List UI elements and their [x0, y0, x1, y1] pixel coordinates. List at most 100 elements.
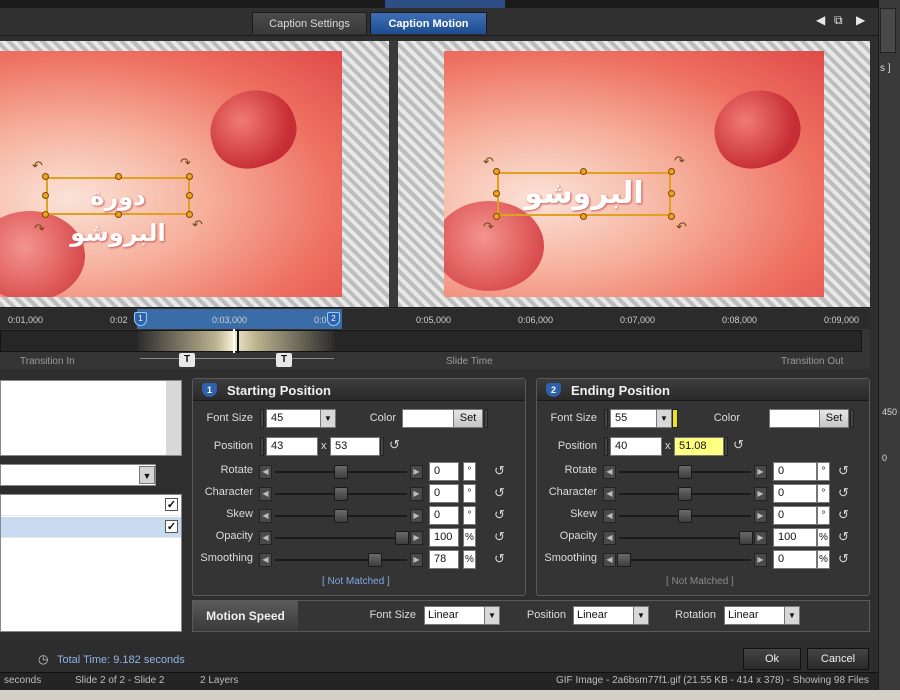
caption-handle[interactable]	[115, 211, 122, 218]
layer-checkbox[interactable]: ✓	[165, 520, 178, 533]
rotate-handle-icon[interactable]: ↷	[180, 155, 191, 171]
arrow-right-icon[interactable]: ▶	[856, 13, 865, 27]
character-input[interactable]: 0	[773, 484, 817, 503]
slider-thumb[interactable]	[368, 553, 383, 567]
rotate-slider[interactable]: ◀ ▶	[259, 465, 423, 479]
reset-icon[interactable]: ↺	[733, 437, 744, 453]
not-matched-link[interactable]: [ Not Matched ]	[322, 576, 390, 587]
font-size-select[interactable]: 55 ▼	[610, 409, 672, 428]
font-size-select[interactable]: 45 ▼	[266, 409, 336, 428]
set-color-button[interactable]: Set	[453, 409, 483, 428]
caption-handle[interactable]	[493, 168, 500, 175]
caption-handle[interactable]	[493, 213, 500, 220]
rotate-input[interactable]: 0	[429, 462, 459, 481]
reset-icon[interactable]: ↺	[494, 529, 505, 545]
caption-handle[interactable]	[186, 173, 193, 180]
chevron-down-icon[interactable]: ▼	[633, 607, 648, 624]
smoothing-input[interactable]: 78	[429, 550, 459, 569]
caption-text-box[interactable]: البروشو	[497, 172, 671, 216]
arrow-left-icon[interactable]: ◀	[816, 13, 825, 27]
speed-position-select[interactable]: Linear ▼	[573, 606, 649, 625]
slider-thumb[interactable]	[678, 509, 692, 523]
rotate-handle-icon[interactable]: ↶	[483, 154, 494, 170]
caption-out-marker-icon[interactable]: T	[276, 353, 292, 367]
right-scrollbar[interactable]	[880, 8, 896, 53]
skew-input[interactable]: 0	[429, 506, 459, 525]
caption-handle[interactable]	[42, 192, 49, 199]
layer-row[interactable]: ✓	[1, 495, 181, 516]
caption-handle[interactable]	[668, 190, 675, 197]
position-x-input[interactable]: 40	[610, 437, 662, 456]
caption-handle[interactable]	[186, 192, 193, 199]
rotate-handle-icon[interactable]: ↷	[483, 219, 494, 235]
reset-icon[interactable]: ↺	[838, 463, 849, 479]
smoothing-input[interactable]: 0	[773, 550, 817, 569]
caption-handle[interactable]	[668, 168, 675, 175]
reset-icon[interactable]: ↺	[494, 551, 505, 567]
position-x-input[interactable]: 43	[266, 437, 318, 456]
skew-input[interactable]: 0	[773, 506, 817, 525]
rotate-handle-icon[interactable]: ↶	[192, 217, 203, 233]
rotate-input[interactable]: 0	[773, 462, 817, 481]
caption-handle[interactable]	[493, 190, 500, 197]
reset-icon[interactable]: ↺	[494, 463, 505, 479]
tab-caption-settings[interactable]: Caption Settings	[252, 12, 367, 34]
reset-icon[interactable]: ↺	[838, 529, 849, 545]
chevron-down-icon[interactable]: ▼	[320, 410, 335, 427]
slider-thumb[interactable]	[334, 465, 348, 479]
chevron-down-icon[interactable]: ▼	[139, 466, 155, 484]
layer-row[interactable]: ✓	[1, 517, 181, 538]
speed-font-size-select[interactable]: Linear ▼	[424, 606, 500, 625]
character-input[interactable]: 0	[429, 484, 459, 503]
chevron-down-icon[interactable]: ▼	[656, 410, 671, 427]
smoothing-slider[interactable]: ◀ ▶	[603, 553, 767, 567]
character-slider[interactable]: ◀ ▶	[603, 487, 767, 501]
opacity-input[interactable]: 100	[429, 528, 459, 547]
reset-icon[interactable]: ↺	[494, 485, 505, 501]
smoothing-slider[interactable]: ◀ ▶	[259, 553, 423, 567]
caption-list-scrollbar[interactable]	[166, 381, 181, 455]
rotate-handle-icon[interactable]: ↶	[32, 158, 43, 174]
slider-thumb[interactable]	[678, 465, 692, 479]
set-color-button[interactable]: Set	[819, 409, 849, 428]
end-keyframe-marker[interactable]: 2	[327, 312, 340, 326]
opacity-slider[interactable]: ◀ ▶	[603, 531, 767, 545]
reset-icon[interactable]: ↺	[838, 551, 849, 567]
slider-thumb[interactable]	[334, 509, 348, 523]
chevron-down-icon[interactable]: ▼	[484, 607, 499, 624]
starting-position-preview[interactable]: دورة البروشو ↶ ↷ ↷ ↶	[0, 41, 389, 307]
slider-thumb[interactable]	[395, 531, 409, 545]
color-swatch[interactable]	[769, 409, 821, 428]
reset-icon[interactable]: ↺	[389, 437, 400, 453]
tab-caption-motion[interactable]: Caption Motion	[370, 12, 487, 34]
slider-thumb[interactable]	[334, 487, 348, 501]
rotate-handle-icon[interactable]: ↶	[676, 219, 687, 235]
caption-handle[interactable]	[115, 173, 122, 180]
timeline-playhead[interactable]	[233, 329, 239, 353]
rotate-handle-icon[interactable]: ↷	[34, 221, 45, 237]
caption-handle[interactable]	[42, 211, 49, 218]
caption-in-marker-icon[interactable]: T	[179, 353, 195, 367]
caption-text-box[interactable]: دورة البروشو	[46, 177, 190, 247]
ok-button[interactable]: Ok	[743, 648, 801, 670]
skew-slider[interactable]: ◀ ▶	[603, 509, 767, 523]
slider-thumb[interactable]	[739, 531, 753, 545]
reset-icon[interactable]: ↺	[838, 507, 849, 523]
ending-position-preview[interactable]: البروشو ↶ ↷ ↷ ↶	[398, 41, 870, 307]
reset-icon[interactable]: ↺	[838, 485, 849, 501]
cancel-button[interactable]: Cancel	[807, 648, 869, 670]
start-keyframe-marker[interactable]: 1	[134, 312, 147, 326]
rotate-slider[interactable]: ◀ ▶	[603, 465, 767, 479]
copy-icon[interactable]: ⧉	[834, 13, 843, 28]
slider-thumb[interactable]	[617, 553, 631, 567]
rotate-handle-icon[interactable]: ↷	[674, 153, 685, 169]
reset-icon[interactable]: ↺	[494, 507, 505, 523]
color-swatch[interactable]	[402, 409, 454, 428]
position-y-input[interactable]: 51.08	[674, 437, 724, 456]
caption-list[interactable]	[0, 380, 182, 456]
chevron-down-icon[interactable]: ▼	[784, 607, 799, 624]
position-y-input[interactable]: 53	[330, 437, 380, 456]
opacity-input[interactable]: 100	[773, 528, 817, 547]
opacity-slider[interactable]: ◀ ▶	[259, 531, 423, 545]
caption-handle[interactable]	[42, 173, 49, 180]
